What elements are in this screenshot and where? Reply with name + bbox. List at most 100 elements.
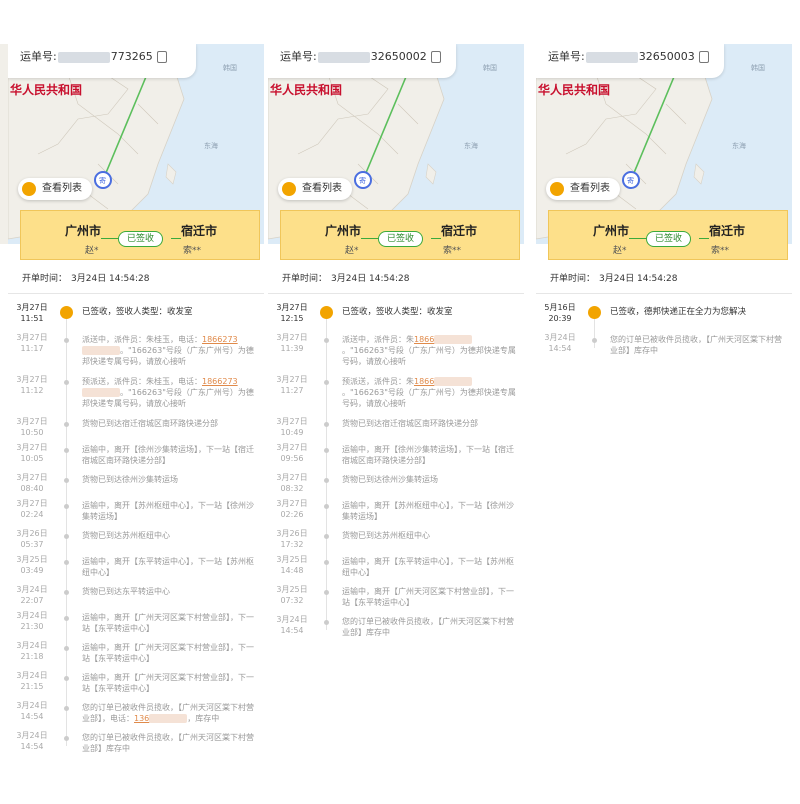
event-dot [64,560,69,565]
event-clock: 20:39 [548,314,572,323]
event-date: 3月27日 [16,473,48,482]
redacted-number [585,51,638,63]
event-description: 货物已到达宿迁宿城区南环路快递分部 [342,419,478,428]
waybill-label: 运单号: [280,50,317,63]
waybill-number: 32650002 [370,50,427,63]
event-description: 运输中，离开【苏州枢纽中心】，下一站【徐州沙集转运场】 [82,501,254,521]
open-time-label: 开单时间： [550,274,596,284]
event-description-cont: 。"166263"号段（广东广州号）为德邦快递专属号码，请放心接听 [342,346,516,366]
waybill-label: 运单号: [548,50,585,63]
event-date: 3月26日 [16,529,48,538]
event-time: 3月24日 14:54 [540,332,580,354]
timeline-event: 3月27日 12:15 已签收，签收人类型：收发室 [268,302,524,332]
phone-link[interactable]: 1866273 [202,377,238,386]
sender-name: 赵* [85,246,99,256]
timeline-event: 3月26日 17:32 货物已到达苏州枢纽中心 [268,528,524,554]
redacted-phone [82,388,120,397]
event-time: 3月27日 10:05 [12,442,52,464]
event-date: 3月24日 [16,611,48,620]
event-clock: 11:39 [280,344,304,353]
receiver-name: 索** [711,246,730,256]
event-clock: 02:24 [20,510,44,519]
to-city: 宿迁市 [441,224,478,238]
timeline-event: 3月27日 02:26 运输中，离开【苏州枢纽中心】，下一站【徐州沙集转运场】 [268,498,524,528]
event-clock: 09:56 [280,454,304,463]
event-text: 运输中，离开【东平转运中心】，下一站【苏州枢纽中心】 [82,556,260,578]
event-description: 预派送，派件员：朱桂玉，电话： [82,377,202,386]
event-description: 运输中，离开【东平转运中心】，下一站【苏州枢纽中心】 [342,557,514,577]
copy-icon[interactable] [698,51,709,63]
waybill-number: 773265 [110,50,153,63]
open-time-label: 开单时间： [22,274,68,284]
view-list-button[interactable]: 查看列表 [278,178,352,200]
view-list-label: 查看列表 [570,183,610,194]
timeline-event: 3月24日 14:54 您的订单已被收件员揽收，【广州天河区棠下村营业部】库存中 [268,614,524,644]
timeline-event: 3月25日 07:32 运输中，离开【广州天河区棠下村营业部】，下一站【东平转运中心… [268,584,524,614]
from-city: 广州市 [325,224,362,238]
timeline-event: 3月27日 10:50 货物已到达宿迁宿城区南环路快递分部 [8,416,264,442]
open-time-value: 3月24日 14:54:28 [331,274,410,284]
event-description: 派送中，派件员：朱桂玉，电话： [82,335,202,344]
route-card: 广州市 宿迁市 赵* 索** 已签收 [548,210,788,260]
event-text: 货物已到达东平转运中心 [82,586,260,597]
event-dot [324,448,329,453]
event-text: 预派送，派件员：朱1866 。"166263"号段（广东广州号）为德邦快递专属号码… [342,376,520,409]
list-icon [550,182,564,196]
waybill-number-bar: 运单号: 32650002 [268,44,456,78]
timeline-event: 3月27日 02:24 运输中，离开【苏州枢纽中心】，下一站【徐州沙集转运场】 [8,498,264,528]
timeline-event: 3月24日 14:54 您的订单已被收件员揽收，【广州天河区棠下村营业部】库存中 [8,730,264,760]
event-text: 运输中，离开【徐州沙集转运场】，下一站【宿迁宿城区南环路快递分部】 [342,444,520,466]
event-clock: 14:54 [20,742,44,751]
event-text: 运输中，离开【东平转运中心】，下一站【苏州枢纽中心】 [342,556,520,578]
event-dot [64,534,69,539]
view-list-button[interactable]: 查看列表 [546,178,620,200]
event-clock: 11:17 [20,344,44,353]
event-text: 预派送，派件员：朱桂玉，电话：1866273。"166263"号段（广东广州号）… [82,376,260,409]
event-text: 派送中，派件员：朱1866 。"166263"号段（广东广州号）为德邦快递专属号码… [342,334,520,367]
event-text: 您的订单已被收件员揽收，【广州天河区棠下村营业部】库存中 [82,732,260,754]
event-text: 货物已到达宿迁宿城区南环路快递分部 [82,418,260,429]
event-time: 3月24日 22:07 [12,584,52,606]
event-time: 3月27日 02:26 [272,498,312,520]
event-clock: 21:15 [20,682,44,691]
tracking-panel-1: 韩国 东海寄运单号: 773265 华人民共和国 查看列表 广州市 宿迁市 赵* 索** 已签收开… [8,44,264,804]
timeline-event: 3月25日 03:49 运输中，离开【东平转运中心】，下一站【苏州枢纽中心】 [8,554,264,584]
event-time: 3月24日 14:54 [12,700,52,722]
event-date: 3月24日 [276,615,308,624]
event-date: 3月27日 [276,303,308,312]
copy-icon[interactable] [430,51,441,63]
event-dot [324,338,329,343]
svg-text:寄: 寄 [99,176,106,185]
event-clock: 21:18 [20,652,44,661]
status-line-left [101,238,119,239]
view-list-button[interactable]: 查看列表 [18,178,92,200]
phone-link[interactable]: 1866 [414,377,434,386]
event-time: 3月27日 10:50 [12,416,52,438]
event-clock: 21:30 [20,622,44,631]
event-dot [324,422,329,427]
phone-link[interactable]: 1866 [414,335,434,344]
copy-icon[interactable] [156,51,167,63]
tracking-timeline: 3月27日 12:15 已签收，签收人类型：收发室 3月27日 11:39 派送中，派件员… [268,302,524,644]
status-line-left [629,238,647,239]
event-description: 预派送，派件员：朱 [342,377,414,386]
sender-name: 赵* [613,246,627,256]
event-text: 运输中，离开【徐州沙集转运场】，下一站【宿迁宿城区南环路快递分部】 [82,444,260,466]
event-dot [64,706,69,711]
event-time: 3月25日 14:48 [272,554,312,576]
phone-link[interactable]: 136 [134,714,149,723]
event-description: 运输中，离开【广州天河区棠下村营业部】，下一站【东平转运中心】 [82,673,254,693]
event-date: 3月24日 [16,585,48,594]
event-clock: 11:27 [280,386,304,395]
event-description: 已签收，德邦快递正在全力为您解决 [610,307,747,317]
event-clock: 11:51 [20,314,44,323]
redacted-phone [149,714,188,723]
event-time: 3月26日 17:32 [272,528,312,550]
timeline-event: 3月24日 22:07 货物已到达东平转运中心 [8,584,264,610]
event-dot [64,338,69,343]
from-city: 广州市 [593,224,630,238]
timeline-event: 3月27日 11:51 已签收，签收人类型：收发室 [8,302,264,332]
event-date: 3月25日 [276,555,308,564]
phone-link[interactable]: 1866273 [202,335,238,344]
event-description: 货物已到达苏州枢纽中心 [342,531,430,540]
